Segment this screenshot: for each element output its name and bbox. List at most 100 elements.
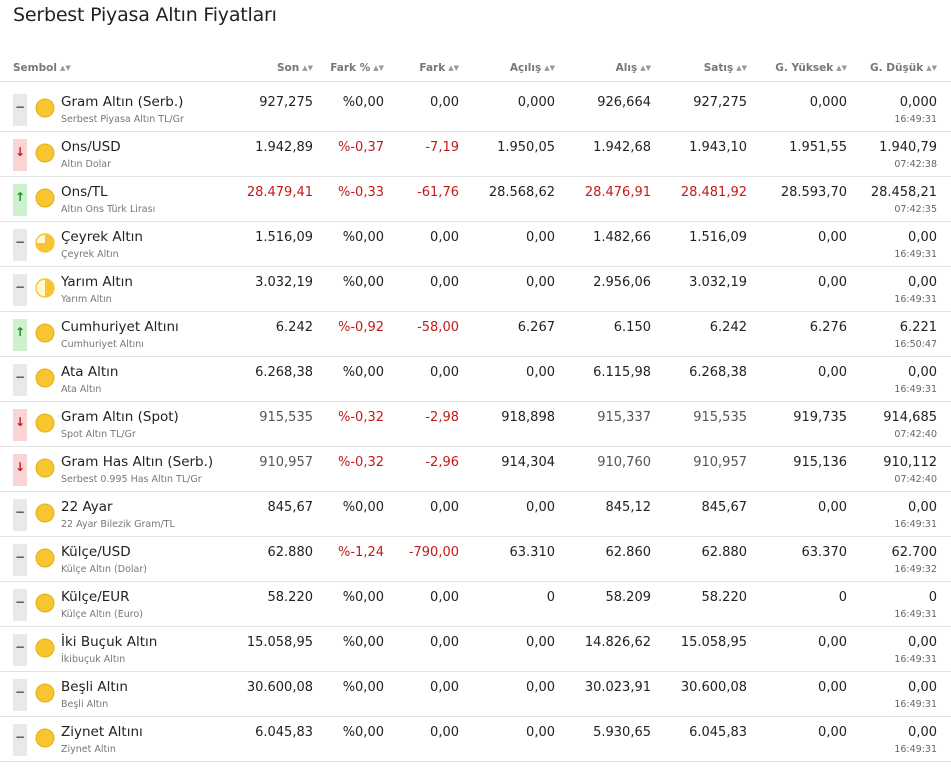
symbol-name[interactable]: Külçe/USD [61, 544, 131, 560]
column-header-son[interactable]: Son ▲▼ [277, 62, 313, 74]
column-header-alis[interactable]: Alış ▲▼ [616, 62, 651, 74]
gold-coin-full-icon [35, 728, 55, 748]
table-row[interactable]: ↓ Ons/USD Altın Dolar 1.942,89 %-0,37 -7,19 1.… [0, 132, 951, 177]
cell-yuksek: 0,00 [818, 680, 847, 695]
symbol-name[interactable]: Ons/USD [61, 139, 121, 155]
symbol-description: 22 Ayar Bilezik Gram/TL [61, 519, 175, 530]
table-row[interactable]: − Külçe/USD Külçe Altın (Dolar) 62.880 %-1,2… [0, 537, 951, 582]
symbol-name[interactable]: Gram Altın (Spot) [61, 409, 179, 425]
cell-dusuk: 0,00 [908, 230, 937, 245]
table-row[interactable]: − 22 Ayar 22 Ayar Bilezik Gram/TL 845,67 %0,… [0, 492, 951, 537]
cell-acilis: 1.950,05 [497, 140, 555, 155]
cell-acilis: 63.310 [509, 545, 556, 560]
column-label: Açılış [509, 62, 542, 74]
gold-coin-full-icon [35, 458, 55, 478]
cell-fark: 0,00 [430, 500, 459, 515]
cell-acilis: 0 [546, 590, 555, 605]
cell-yuksek: 6.276 [809, 320, 847, 335]
cell-dusuk: 0,000 [899, 95, 937, 110]
cell-son: 845,67 [267, 500, 314, 515]
symbol-name[interactable]: Beşli Altın [61, 679, 128, 695]
cell-satis: 1.943,10 [689, 140, 747, 155]
gold-coin-quarter-icon [35, 233, 55, 253]
cell-fark-pct: %-0,92 [338, 320, 384, 335]
table-row[interactable]: − Çeyrek Altın Çeyrek Altın 1.516,09 %0,00 0,… [0, 222, 951, 267]
column-label: G. Yüksek [775, 62, 834, 74]
cell-dusuk: 0,00 [908, 275, 937, 290]
cell-fark-pct: %-0,37 [338, 140, 384, 155]
cell-satis: 30.600,08 [680, 680, 747, 695]
cell-acilis: 0,00 [526, 365, 555, 380]
symbol-description: Külçe Altın (Euro) [61, 609, 143, 620]
cell-yuksek: 919,735 [793, 410, 847, 425]
cell-dusuk: 914,685 [883, 410, 937, 425]
symbol-name[interactable]: Ata Altın [61, 364, 118, 380]
cell-satis: 3.032,19 [689, 275, 747, 290]
cell-fark: 0,00 [430, 275, 459, 290]
symbol-name[interactable]: 22 Ayar [61, 499, 113, 515]
table-row[interactable]: ↓ Gram Altın (Spot) Spot Altın TL/Gr 915,53… [0, 402, 951, 447]
cell-fark-pct: %0,00 [342, 725, 384, 740]
symbol-name[interactable]: Ons/TL [61, 184, 108, 200]
column-header-sembol[interactable]: Sembol ▲▼ [13, 62, 71, 74]
table-row[interactable]: − Gram Altın (Serb.) Serbest Piyasa Altın … [0, 87, 951, 132]
symbol-name[interactable]: İki Buçuk Altın [61, 634, 157, 650]
table-row[interactable]: − İki Buçuk Altın İkibuçuk Altın 15.058,95%… [0, 627, 951, 672]
table-row[interactable]: ↑ Ons/TL Altın Ons Türk Lirası 28.479,41 %-0… [0, 177, 951, 222]
cell-satis: 6.045,83 [689, 725, 747, 740]
cell-alis: 62.860 [605, 545, 652, 560]
sort-icon: ▲▼ [640, 64, 651, 72]
cell-acilis: 0,00 [526, 275, 555, 290]
symbol-name[interactable]: Yarım Altın [61, 274, 133, 290]
update-time: 07:42:40 [894, 429, 937, 440]
symbol-name[interactable]: Cumhuriyet Altını [61, 319, 179, 335]
table-row[interactable]: − Ata Altın Ata Altın 6.268,38 %0,00 0,00 0,00… [0, 357, 951, 402]
cell-acilis: 0,00 [526, 230, 555, 245]
gold-coin-half-icon [35, 278, 55, 298]
cell-yuksek: 0,00 [818, 230, 847, 245]
direction-flat-icon: − [13, 364, 27, 396]
symbol-name[interactable]: Ziynet Altını [61, 724, 143, 740]
column-header-g-yuksek[interactable]: G. Yüksek ▲▼ [775, 62, 847, 74]
table-row[interactable]: − Külçe/EUR Külçe Altın (Euro) 58.220 %0,00 0… [0, 582, 951, 627]
column-header-acilis[interactable]: Açılış ▲▼ [510, 62, 555, 74]
direction-flat-icon: − [13, 274, 27, 306]
direction-flat-icon: − [13, 94, 27, 126]
symbol-description: Serbest 0.995 Has Altın TL/Gr [61, 474, 202, 485]
cell-son: 1.516,09 [255, 230, 313, 245]
symbol-name[interactable]: Gram Altın (Serb.) [61, 94, 183, 110]
cell-dusuk: 6.221 [899, 320, 937, 335]
cell-alis: 6.150 [613, 320, 651, 335]
symbol-name[interactable]: Çeyrek Altın [61, 229, 143, 245]
update-time: 16:49:31 [894, 384, 937, 395]
update-time: 16:49:32 [894, 564, 937, 575]
table-row[interactable]: − Ziynet Altını Ziynet Altın 6.045,83 %0,00 0… [0, 717, 951, 762]
cell-yuksek: 0,00 [818, 365, 847, 380]
symbol-name[interactable]: Gram Has Altın (Serb.) [61, 454, 213, 470]
symbol-description: Cumhuriyet Altını [61, 339, 144, 350]
cell-fark-pct: %0,00 [342, 680, 384, 695]
column-header-fark[interactable]: Fark ▲▼ [419, 62, 459, 74]
gold-coin-full-icon [35, 548, 55, 568]
cell-dusuk: 0,00 [908, 635, 937, 650]
column-header-fark-pct[interactable]: Fark % ▲▼ [330, 62, 384, 74]
cell-fark: 0,00 [430, 725, 459, 740]
cell-alis: 915,337 [597, 410, 651, 425]
symbol-name[interactable]: Külçe/EUR [61, 589, 130, 605]
table-row[interactable]: − Beşli Altın Beşli Altın 30.600,08 %0,00 0,0… [0, 672, 951, 717]
table-row[interactable]: ↑ Cumhuriyet Altını Cumhuriyet Altını 6.242… [0, 312, 951, 357]
cell-fark-pct: %0,00 [342, 365, 384, 380]
direction-flat-icon: − [13, 589, 27, 621]
cell-son: 28.479,41 [246, 185, 313, 200]
cell-satis: 58.220 [701, 590, 748, 605]
column-header-satis[interactable]: Satış ▲▼ [704, 62, 747, 74]
cell-dusuk: 0,00 [908, 680, 937, 695]
table-row[interactable]: ↓ Gram Has Altın (Serb.) Serbest 0.995 Has… [0, 447, 951, 492]
cell-alis: 6.115,98 [593, 365, 651, 380]
direction-flat-icon: − [13, 634, 27, 666]
cell-son: 6.045,83 [255, 725, 313, 740]
column-header-g-dusuk[interactable]: G. Düşük ▲▼ [870, 62, 937, 74]
cell-fark-pct: %0,00 [342, 635, 384, 650]
table-row[interactable]: − Yarım Altın Yarım Altın 3.032,19 %0,00 0,00… [0, 267, 951, 312]
cell-acilis: 28.568,62 [488, 185, 555, 200]
